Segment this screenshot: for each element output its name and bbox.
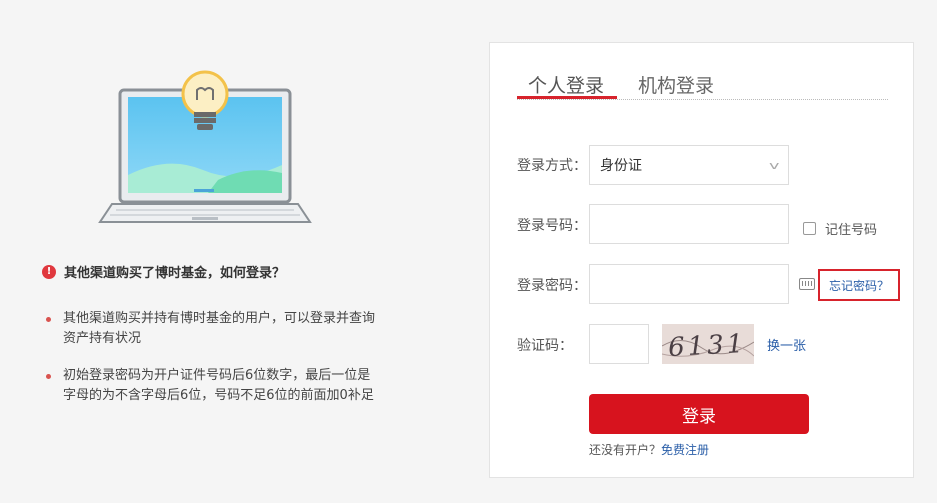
faq-question-text: 其他渠道购买了博时基金，如何登录？	[64, 266, 286, 281]
account-input[interactable]	[589, 204, 789, 244]
login-method-select[interactable]: 身份证 v	[589, 145, 789, 185]
faq-item: 其他渠道购买并持有博时基金的用户，可以登录并查询资产持有状况	[42, 309, 382, 349]
register-prompt-text: 还没有开户？	[589, 443, 662, 457]
login-panel: 个人登录 机构登录 登录方式： 身份证 v 登录号码： 记住号码 登录密码： 忘…	[489, 42, 914, 478]
info-icon: !	[42, 264, 56, 279]
keyboard-icon[interactable]	[799, 278, 815, 290]
login-button[interactable]: 登录	[589, 394, 809, 434]
faq-item: 初始登录密码为开户证件号码后6位数字，最后一位是字母的为不含字母后6位，号码不足…	[42, 366, 382, 406]
login-method-value: 身份证	[600, 158, 642, 174]
captcha-input[interactable]	[589, 324, 649, 364]
tab-personal-login[interactable]: 个人登录	[528, 71, 604, 98]
account-label: 登录号码：	[517, 218, 587, 234]
faq-item-text: 初始登录密码为开户证件号码后6位数字，最后一位是字母的为不含字母后6位，号码不足…	[63, 368, 374, 403]
captcha-text: 6131	[667, 329, 747, 363]
captcha-image[interactable]: 6131	[662, 324, 754, 364]
captcha-label: 验证码：	[517, 338, 573, 354]
register-link[interactable]: 免费注册	[661, 443, 709, 457]
login-method-label: 登录方式：	[517, 158, 587, 174]
register-prompt: 还没有开户？免费注册	[589, 441, 709, 458]
tab-institution-login[interactable]: 机构登录	[638, 71, 714, 98]
remember-label: 记住号码	[825, 223, 878, 238]
bullet-dot-icon	[46, 374, 51, 379]
remember-account[interactable]: 记住号码	[803, 219, 877, 238]
bullet-dot-icon	[46, 317, 51, 322]
faq-section: ! 其他渠道购买了博时基金，如何登录？ 其他渠道购买并持有博时基金的用户，可以登…	[42, 262, 382, 423]
forgot-password-link[interactable]: 忘记密码？	[818, 269, 900, 301]
remember-checkbox[interactable]	[803, 222, 816, 235]
chevron-down-icon: v	[769, 158, 780, 172]
faq-item-text: 其他渠道购买并持有博时基金的用户，可以登录并查询资产持有状况	[63, 311, 376, 346]
password-label: 登录密码：	[517, 278, 587, 294]
active-tab-indicator	[517, 96, 617, 99]
refresh-captcha-link[interactable]: 换一张	[767, 335, 806, 354]
laptop-lightbulb-illustration	[98, 70, 312, 226]
password-input[interactable]	[589, 264, 789, 304]
login-tabs: 个人登录 机构登录	[517, 69, 888, 100]
faq-question: ! 其他渠道购买了博时基金，如何登录？	[42, 262, 382, 281]
